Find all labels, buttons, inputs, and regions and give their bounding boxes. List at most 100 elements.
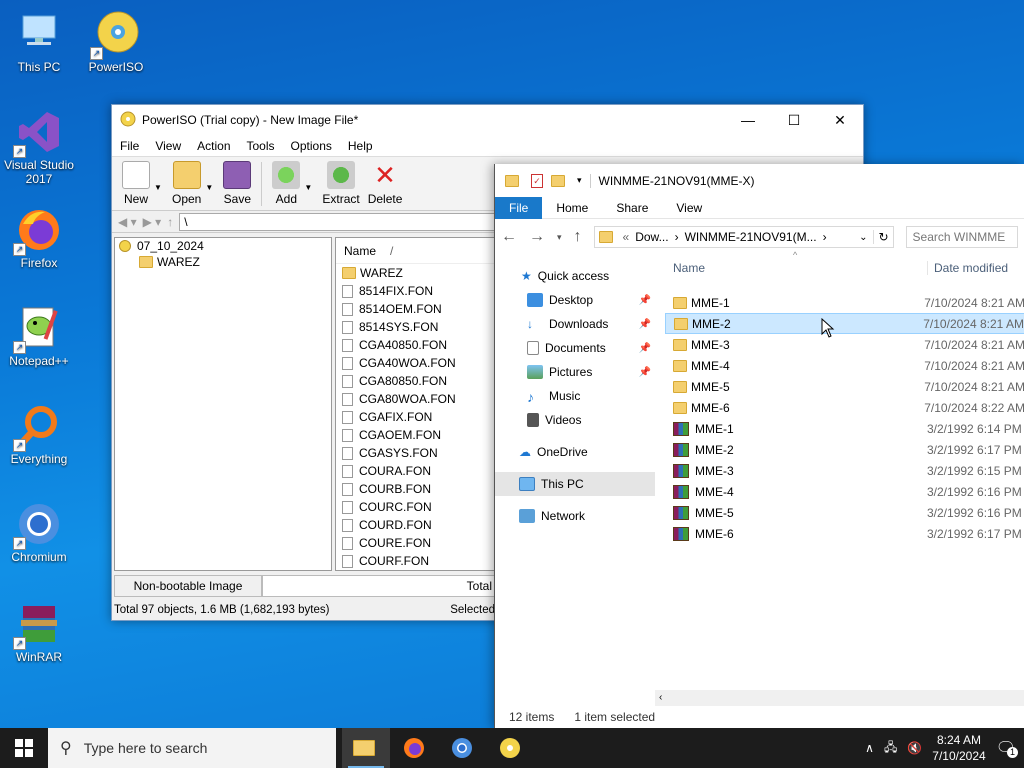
table-row[interactable]: MME-5 3/2/1992 6:16 PM xyxy=(665,502,1024,523)
table-row[interactable]: MME-1 3/2/1992 6:14 PM xyxy=(665,418,1024,439)
breadcrumb-downloads[interactable]: Dow... xyxy=(635,230,668,244)
list-item[interactable]: COURD.FON xyxy=(336,516,494,534)
nav-videos[interactable]: Videos xyxy=(495,408,655,432)
nav-desktop[interactable]: Desktop 📌 xyxy=(495,288,655,312)
pin-icon[interactable]: 📌 xyxy=(639,319,651,330)
list-item[interactable]: CGAFIX.FON xyxy=(336,408,494,426)
up-arrow-icon[interactable]: ↑ xyxy=(167,215,173,229)
list-item[interactable]: 8514OEM.FON xyxy=(336,300,494,318)
desktop-icon-chromium[interactable]: ↗ Chromium xyxy=(1,500,77,564)
list-item[interactable]: COURF.FON xyxy=(336,552,494,570)
list-item[interactable]: 8514SYS.FON xyxy=(336,318,494,336)
list-item[interactable]: COURA.FON xyxy=(336,462,494,480)
refresh-icon[interactable]: ↻ xyxy=(873,230,892,244)
list-item[interactable]: CGA80850.FON xyxy=(336,372,494,390)
horizontal-scrollbar[interactable]: ‹ xyxy=(655,690,1024,706)
explorer-search-input[interactable]: Search WINMME xyxy=(905,226,1018,248)
nav-music[interactable]: ♪ Music xyxy=(495,384,655,408)
menu-view[interactable]: View xyxy=(147,139,189,153)
taskbar-chromium[interactable] xyxy=(438,728,486,768)
table-row[interactable]: MME-3 3/2/1992 6:15 PM xyxy=(665,460,1024,481)
close-button[interactable]: ✕ xyxy=(817,105,863,135)
table-row[interactable]: MME-3 7/10/2024 8:21 AM xyxy=(665,334,1024,355)
table-row[interactable]: MME-2 7/10/2024 8:21 AM xyxy=(665,313,1024,334)
desktop-icon-this-pc[interactable]: This PC xyxy=(1,10,77,74)
extract-button[interactable]: Extract xyxy=(322,161,360,206)
new-button[interactable]: New xyxy=(122,161,150,206)
recent-dropdown-icon[interactable]: ▾ xyxy=(557,232,562,243)
up-arrow-icon[interactable]: ↑ xyxy=(574,228,582,246)
explorer-titlebar[interactable]: ✓ ▾ WINMME-21NOV91(MME-X) xyxy=(495,164,1024,197)
table-row[interactable]: MME-6 7/10/2024 8:22 AM xyxy=(665,397,1024,418)
save-button[interactable]: Save xyxy=(223,161,252,206)
properties-icon[interactable]: ✓ xyxy=(531,173,543,188)
desktop-icon-everything[interactable]: ↗ Everything xyxy=(1,402,77,466)
pin-icon[interactable]: 📌 xyxy=(639,343,651,354)
new-folder-icon[interactable] xyxy=(551,174,565,187)
menu-action[interactable]: Action xyxy=(189,139,238,153)
delete-button[interactable]: ✕ Delete xyxy=(368,161,403,206)
nav-onedrive[interactable]: ☁ OneDrive xyxy=(495,440,655,464)
forward-arrow-icon[interactable]: ▶ ▾ xyxy=(143,215,162,229)
column-header-name[interactable]: Name xyxy=(665,261,927,275)
desktop-icon-poweriso[interactable]: ↗ PowerISO xyxy=(78,10,154,74)
ribbon-tab-view[interactable]: View xyxy=(662,197,716,219)
ribbon-tab-file[interactable]: File xyxy=(495,196,543,219)
taskbar-search[interactable]: ⚲ Type here to search xyxy=(48,728,336,768)
add-dropdown-icon[interactable]: ▼ xyxy=(304,183,318,192)
taskbar-poweriso[interactable] xyxy=(486,728,534,768)
table-row[interactable]: MME-1 7/10/2024 8:21 AM xyxy=(665,292,1024,313)
nav-pictures[interactable]: Pictures 📌 xyxy=(495,360,655,384)
scroll-left-icon[interactable]: ‹ xyxy=(659,692,662,703)
desktop-icon-firefox[interactable]: ↗ Firefox xyxy=(1,206,77,270)
clock[interactable]: 8:24 AM 7/10/2024 xyxy=(932,732,985,764)
add-button[interactable]: Add xyxy=(272,161,301,206)
column-header-name[interactable]: Name / xyxy=(336,238,494,264)
tree-item-warez[interactable]: WAREZ xyxy=(115,254,331,270)
maximize-button[interactable]: ☐ xyxy=(771,105,817,135)
list-item[interactable]: COURB.FON xyxy=(336,480,494,498)
volume-muted-icon[interactable]: 🔇 xyxy=(907,741,922,755)
back-arrow-icon[interactable]: ← xyxy=(501,228,517,246)
ribbon-tab-home[interactable]: Home xyxy=(542,197,602,219)
address-dropdown-icon[interactable]: ⌄ xyxy=(859,232,867,243)
forward-arrow-icon[interactable]: → xyxy=(529,228,545,246)
desktop-icon-visual-studio[interactable]: ↗ Visual Studio 2017 xyxy=(1,108,77,186)
tree-item-root[interactable]: 07_10_2024 xyxy=(115,238,331,254)
open-button[interactable]: Open xyxy=(172,161,201,206)
list-item[interactable]: CGAOEM.FON xyxy=(336,426,494,444)
desktop-icon-notepadpp[interactable]: ↗ Notepad++ xyxy=(1,304,77,368)
explorer-address-bar[interactable]: « Dow... › WINMME-21NOV91(M... › ⌄ ↻ xyxy=(593,226,894,248)
breadcrumb-current[interactable]: WINMME-21NOV91(M... xyxy=(685,230,817,244)
list-item[interactable]: CGASYS.FON xyxy=(336,444,494,462)
taskbar-file-explorer[interactable] xyxy=(342,728,390,768)
table-row[interactable]: MME-4 7/10/2024 8:21 AM xyxy=(665,355,1024,376)
network-icon[interactable]: 🖧 xyxy=(884,738,897,759)
list-item[interactable]: CGA40850.FON xyxy=(336,336,494,354)
table-row[interactable]: MME-4 3/2/1992 6:16 PM xyxy=(665,481,1024,502)
chevron-up-icon[interactable]: ∧ xyxy=(865,741,874,755)
poweriso-titlebar[interactable]: PowerISO (Trial copy) - New Image File* … xyxy=(112,105,863,135)
quick-access-dropdown-icon[interactable]: ▾ xyxy=(577,175,582,186)
list-item[interactable]: CGA80WOA.FON xyxy=(336,390,494,408)
list-item[interactable]: WAREZ xyxy=(336,264,494,282)
back-arrow-icon[interactable]: ◀ ▾ xyxy=(118,215,137,229)
pin-icon[interactable]: 📌 xyxy=(639,295,651,306)
desktop-icon-winrar[interactable]: ↗ WinRAR xyxy=(1,600,77,664)
start-button[interactable] xyxy=(0,728,48,768)
nav-downloads[interactable]: ↓ Downloads 📌 xyxy=(495,312,655,336)
list-item[interactable]: CGA40WOA.FON xyxy=(336,354,494,372)
menu-file[interactable]: File xyxy=(112,139,147,153)
minimize-button[interactable]: — xyxy=(725,105,771,135)
ribbon-tab-share[interactable]: Share xyxy=(602,197,662,219)
table-row[interactable]: MME-6 3/2/1992 6:17 PM xyxy=(665,523,1024,544)
list-item[interactable]: COURC.FON xyxy=(336,498,494,516)
new-dropdown-icon[interactable]: ▼ xyxy=(154,183,168,192)
menu-tools[interactable]: Tools xyxy=(239,139,283,153)
open-dropdown-icon[interactable]: ▼ xyxy=(205,183,219,192)
menu-help[interactable]: Help xyxy=(340,139,381,153)
taskbar-firefox[interactable] xyxy=(390,728,438,768)
notification-icon[interactable]: 🗨 1 xyxy=(996,738,1018,758)
table-row[interactable]: MME-2 3/2/1992 6:17 PM xyxy=(665,439,1024,460)
menu-options[interactable]: Options xyxy=(283,139,340,153)
